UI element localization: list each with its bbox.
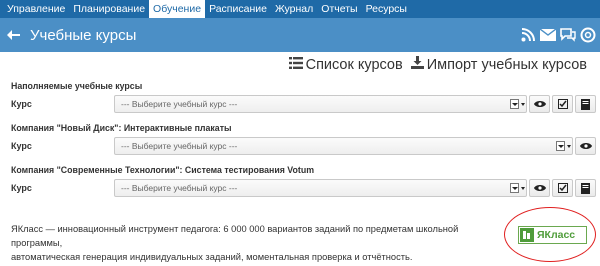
course-select-placeholder: --- Выберите учебный курс --- — [121, 99, 238, 109]
course-select-placeholder: --- Выберите учебный курс --- — [121, 183, 238, 193]
description-line: ЯКласс — инновационный инструмент педаго… — [11, 224, 459, 248]
section-title: Компания "Новый Диск": Интерактивные пла… — [11, 123, 232, 133]
nav-item-learning[interactable]: Обучение — [149, 0, 206, 18]
top-nav: Управление Планирование Обучение Расписа… — [0, 0, 600, 18]
course-list-link[interactable]: Список курсов — [288, 56, 403, 73]
course-label: Курс — [11, 141, 32, 151]
page-title: Учебные курсы — [30, 26, 137, 44]
course-row: Курс --- Выберите учебный курс --- — [11, 179, 596, 197]
nav-item-journal[interactable]: Журнал — [271, 0, 317, 18]
chat-icon[interactable] — [560, 27, 576, 43]
dropdown-icon — [510, 183, 519, 193]
course-section: Наполняемые учебные курсы Курс --- Выбер… — [11, 81, 596, 113]
description-line: автоматическая генерация индивидуальных … — [11, 252, 413, 262]
title-bar: Учебные курсы — [0, 18, 600, 52]
view-button[interactable] — [529, 179, 550, 197]
header-tools — [520, 27, 596, 43]
eye-icon — [533, 185, 546, 191]
course-select-placeholder: --- Выберите учебный курс --- — [121, 141, 238, 151]
checkbox-icon — [557, 99, 568, 109]
course-label: Курс — [11, 183, 32, 193]
section-title: Компания "Современные Технологии": Систе… — [11, 165, 315, 175]
rss-icon[interactable] — [520, 27, 536, 43]
book-button[interactable] — [575, 95, 596, 113]
course-section: Компания "Современные Технологии": Систе… — [11, 165, 596, 197]
dropdown-icon — [556, 141, 565, 151]
actions-bar: Список курсов Импорт учебных курсов — [288, 56, 587, 73]
yaklass-logo-text: ЯКласс — [537, 229, 576, 241]
section-title: Наполняемые учебные курсы — [11, 81, 143, 91]
yaklass-description: ЯКласс — инновационный инструмент педаго… — [11, 222, 511, 264]
book-button[interactable] — [575, 179, 596, 197]
nav-item-reports[interactable]: Отчеты — [317, 0, 361, 18]
checkbox-icon — [557, 183, 568, 193]
course-section: Компания "Новый Диск": Интерактивные пла… — [11, 123, 596, 155]
nav-item-management[interactable]: Управление — [3, 0, 69, 18]
course-list-label: Список курсов — [305, 56, 403, 73]
yaklass-logo[interactable]: ЯКласс — [518, 226, 587, 244]
list-icon — [288, 56, 303, 73]
nav-item-schedule[interactable]: Расписание — [205, 0, 271, 18]
chevron-down-icon — [567, 145, 571, 148]
course-label: Курс — [11, 99, 32, 109]
book-icon — [581, 182, 590, 194]
nav-item-planning[interactable]: Планирование — [69, 0, 149, 18]
dropdown-icon — [510, 99, 519, 109]
import-courses-link[interactable]: Импорт учебных курсов — [410, 56, 587, 73]
import-icon — [410, 56, 424, 73]
view-button[interactable] — [575, 137, 596, 155]
mail-icon[interactable] — [540, 27, 556, 43]
check-button[interactable] — [552, 95, 573, 113]
help-icon[interactable] — [580, 27, 596, 43]
course-row: Курс --- Выберите учебный курс --- — [11, 137, 596, 155]
check-button[interactable] — [552, 179, 573, 197]
back-arrow-icon[interactable] — [6, 27, 22, 43]
course-select[interactable]: --- Выберите учебный курс --- — [114, 137, 573, 155]
course-select[interactable]: --- Выберите учебный курс --- — [114, 95, 527, 113]
eye-icon — [533, 101, 546, 107]
eye-icon — [579, 143, 592, 149]
chevron-down-icon — [521, 103, 525, 106]
nav-item-resources[interactable]: Ресурсы — [362, 0, 411, 18]
import-courses-label: Импорт учебных курсов — [426, 56, 587, 73]
view-button[interactable] — [529, 95, 550, 113]
book-icon — [581, 98, 590, 110]
course-row: Курс --- Выберите учебный курс --- — [11, 95, 596, 113]
yaklass-logo-icon — [520, 228, 534, 242]
course-select[interactable]: --- Выберите учебный курс --- — [114, 179, 527, 197]
chevron-down-icon — [521, 187, 525, 190]
